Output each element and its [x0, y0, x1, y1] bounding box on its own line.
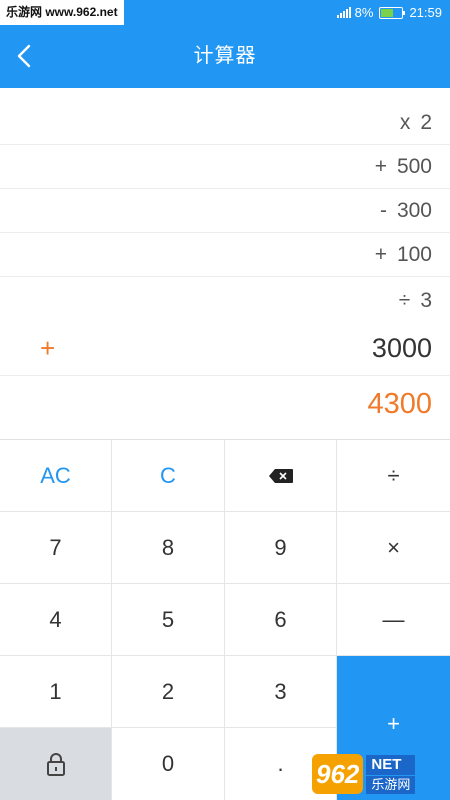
watermark-site: 乐游网	[366, 775, 416, 794]
digit-6-button[interactable]: 6	[225, 584, 337, 656]
lock-button[interactable]	[0, 728, 112, 800]
digit-4-button[interactable]: 4	[0, 584, 112, 656]
page-title: 计算器	[193, 45, 257, 67]
current-entry-row: + 3000	[0, 321, 450, 376]
multiply-button[interactable]: ×	[337, 512, 450, 584]
backspace-icon	[268, 468, 293, 483]
digit-3-button[interactable]: 3	[225, 656, 337, 728]
battery-percent: 8%	[354, 5, 374, 20]
app-bar: 计算器	[0, 25, 450, 88]
digit-2-button[interactable]: 2	[112, 656, 225, 728]
result-row: 4300	[0, 376, 450, 440]
status-bar: 乐游网 www.962.net 8% 21:59	[0, 0, 450, 25]
history-op: +	[374, 155, 387, 178]
history-op: x	[399, 111, 411, 134]
history-row: +500	[0, 145, 450, 189]
battery-icon	[379, 6, 406, 19]
digit-8-button[interactable]: 8	[112, 512, 225, 584]
digit-0-button[interactable]: 0	[112, 728, 225, 800]
watermark-bottom: 962 NET 乐游网	[312, 748, 450, 800]
current-operator: +	[40, 333, 56, 363]
history-op: ÷	[398, 289, 411, 312]
history-row: +100	[0, 233, 450, 277]
history-row: x2	[0, 101, 450, 145]
watermark-net: NET	[366, 754, 416, 775]
history-value: 300	[396, 199, 432, 222]
watermark-logo: 962	[312, 754, 364, 794]
lock-icon	[46, 753, 65, 776]
history-row: -300	[0, 189, 450, 233]
history-op: -	[379, 199, 387, 222]
digit-5-button[interactable]: 5	[112, 584, 225, 656]
result-value: 4300	[367, 388, 432, 420]
divide-button[interactable]: ÷	[337, 440, 450, 512]
digit-7-button[interactable]: 7	[0, 512, 112, 584]
history-value: 3	[420, 289, 432, 312]
history-value: 2	[420, 111, 432, 134]
calc-display: x2 +500 -300 +100 ÷ 3 + 3000 4300	[0, 88, 450, 440]
keypad: AC C ÷ 7 8 9 × 4 5 6 — 1 2 3 + 0 .	[0, 440, 450, 800]
status-icons: 8% 21:59	[336, 0, 442, 25]
ac-button[interactable]: AC	[0, 440, 112, 512]
history-value: 100	[396, 243, 432, 266]
watermark-top: 乐游网 www.962.net	[0, 0, 124, 25]
backspace-button[interactable]	[225, 440, 337, 512]
digit-1-button[interactable]: 1	[0, 656, 112, 728]
clock: 21:59	[409, 5, 442, 20]
history-op: +	[374, 243, 387, 266]
clear-button[interactable]: C	[112, 440, 225, 512]
digit-9-button[interactable]: 9	[225, 512, 337, 584]
history-row: ÷ 3	[0, 277, 450, 321]
history-value: 500	[396, 155, 432, 178]
current-value: 3000	[371, 333, 432, 363]
signal-icon	[336, 7, 351, 18]
minus-button[interactable]: —	[337, 584, 450, 656]
